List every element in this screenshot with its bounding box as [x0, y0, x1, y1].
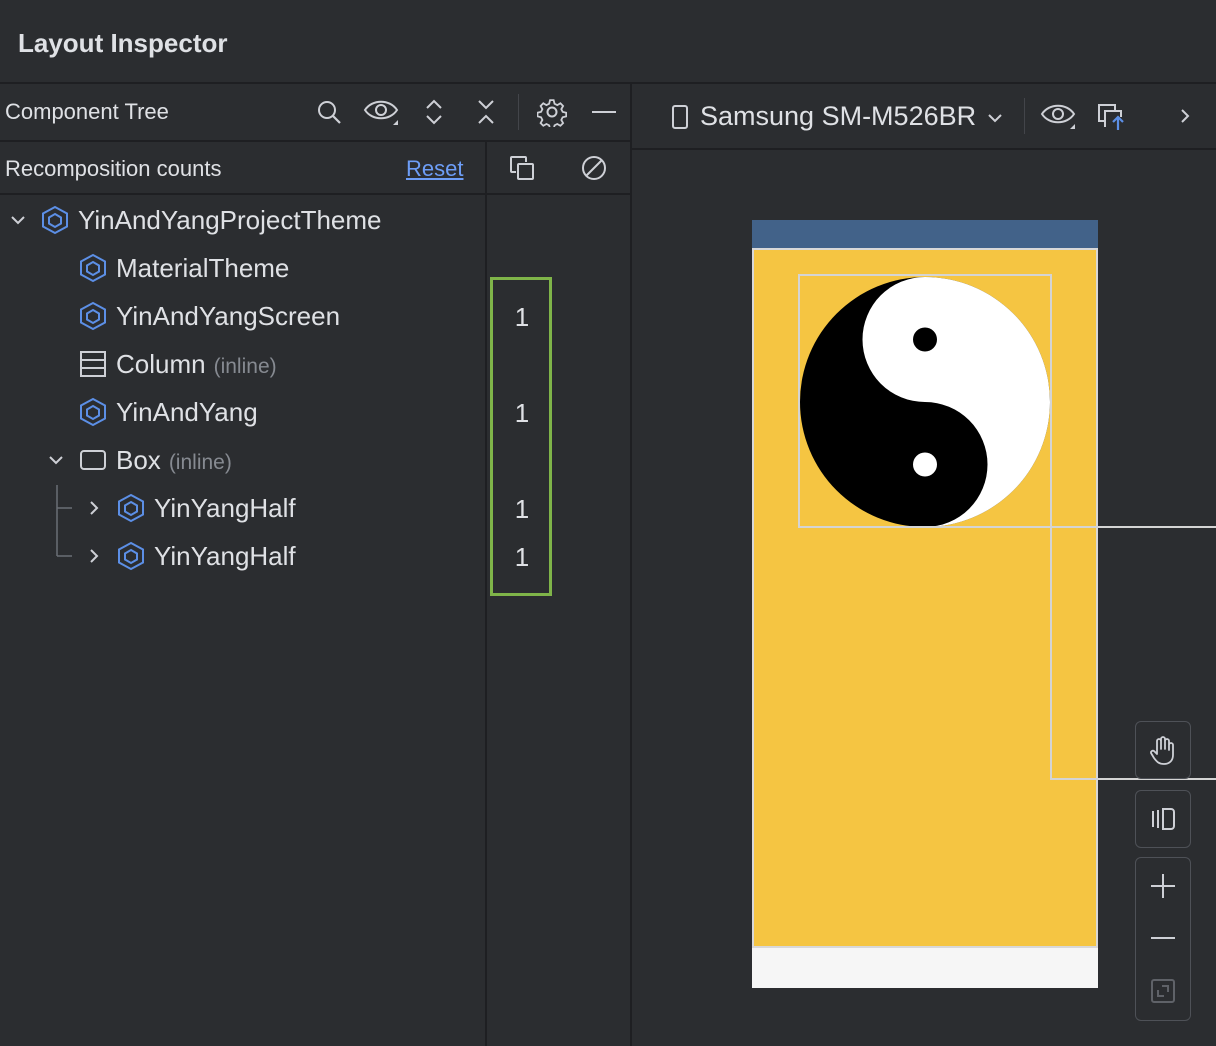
- search-icon[interactable]: [309, 92, 349, 132]
- node-name: Column: [116, 349, 206, 379]
- separator: [0, 193, 630, 195]
- copy-icon[interactable]: [502, 148, 542, 188]
- node-inline-suffix: (inline): [168, 451, 232, 474]
- node-name: YinYangHalf: [154, 493, 296, 523]
- node-name: Box: [116, 445, 161, 475]
- composable-icon: [80, 397, 106, 427]
- minimize-icon[interactable]: [584, 92, 624, 132]
- chevron-down-icon[interactable]: [46, 450, 66, 470]
- reset-link[interactable]: Reset: [406, 156, 463, 182]
- column-layout-icon: [80, 351, 106, 377]
- device-navigation-bar: [752, 948, 1098, 988]
- yin-yang-bounds: [798, 274, 1052, 528]
- tree-node-yinyanghalf[interactable]: YinYangHalf: [0, 484, 485, 532]
- export-snapshot-icon[interactable]: [1092, 96, 1132, 136]
- overlay-bound-line: [1050, 778, 1216, 780]
- layers-icon[interactable]: [1143, 799, 1183, 839]
- zoom-tool-group: [1135, 857, 1191, 1021]
- separator: [0, 140, 630, 142]
- chevron-down-icon[interactable]: [8, 210, 28, 230]
- composable-icon: [80, 253, 106, 283]
- composable-icon: [42, 205, 68, 235]
- tree-node-materialtheme[interactable]: MaterialTheme: [0, 244, 485, 292]
- node-name: YinAndYangScreen: [116, 301, 341, 331]
- overlay-bound-line: [1050, 526, 1052, 780]
- collapse-all-icon[interactable]: [466, 92, 506, 132]
- chevron-right-icon[interactable]: [84, 546, 104, 566]
- chevron-right-icon[interactable]: [1175, 106, 1195, 126]
- disable-icon[interactable]: [574, 148, 614, 188]
- tree-node-yinandyangscreen[interactable]: YinAndYangScreen: [0, 292, 485, 340]
- composable-icon: [118, 493, 144, 523]
- tree-node-yinandyangprojecttheme[interactable]: YinAndYangProjectTheme: [0, 196, 485, 244]
- device-status-bar: [752, 220, 1098, 248]
- chevron-right-icon[interactable]: [84, 498, 104, 518]
- view-mode-tool-group: [1135, 790, 1191, 848]
- toolbar-separator: [1024, 98, 1025, 134]
- eye-icon[interactable]: [1038, 96, 1078, 136]
- tree-node-yinandyang[interactable]: YinAndYang: [0, 388, 485, 436]
- recomposition-counts-label: Recomposition counts: [5, 156, 222, 181]
- window-title: Layout Inspector: [18, 28, 228, 58]
- eye-icon[interactable]: [361, 92, 401, 132]
- overlay-bound-line: [1050, 526, 1216, 528]
- tree-node-column[interactable]: Column (inline): [0, 340, 485, 388]
- device-selector[interactable]: Samsung SM-M526BR: [700, 101, 976, 132]
- phone-icon: [672, 105, 688, 129]
- zoom-in-icon[interactable]: [1143, 866, 1183, 906]
- counts-column-divider: [485, 140, 487, 1046]
- pan-tool-group: [1135, 721, 1191, 779]
- box-layout-icon: [80, 450, 106, 470]
- toolbar-separator: [518, 94, 519, 130]
- gear-icon[interactable]: [532, 92, 572, 132]
- hand-icon[interactable]: [1143, 730, 1183, 770]
- composable-icon: [118, 541, 144, 571]
- fit-screen-icon: [1143, 971, 1183, 1011]
- node-name: YinYangHalf: [154, 541, 296, 571]
- node-name: YinAndYangProjectTheme: [78, 205, 382, 235]
- chevron-down-icon[interactable]: [985, 108, 1005, 128]
- expand-all-icon[interactable]: [414, 92, 454, 132]
- node-name: MaterialTheme: [116, 253, 290, 283]
- highlight-box: [490, 277, 552, 596]
- node-inline-suffix: (inline): [213, 355, 277, 378]
- composable-icon: [80, 301, 106, 331]
- tree-node-yinyanghalf[interactable]: YinYangHalf: [0, 532, 485, 580]
- zoom-out-icon[interactable]: [1143, 918, 1183, 958]
- node-name: YinAndYang: [116, 397, 258, 427]
- tree-node-box[interactable]: Box (inline): [0, 436, 485, 484]
- component-tree-title: Component Tree: [5, 99, 169, 124]
